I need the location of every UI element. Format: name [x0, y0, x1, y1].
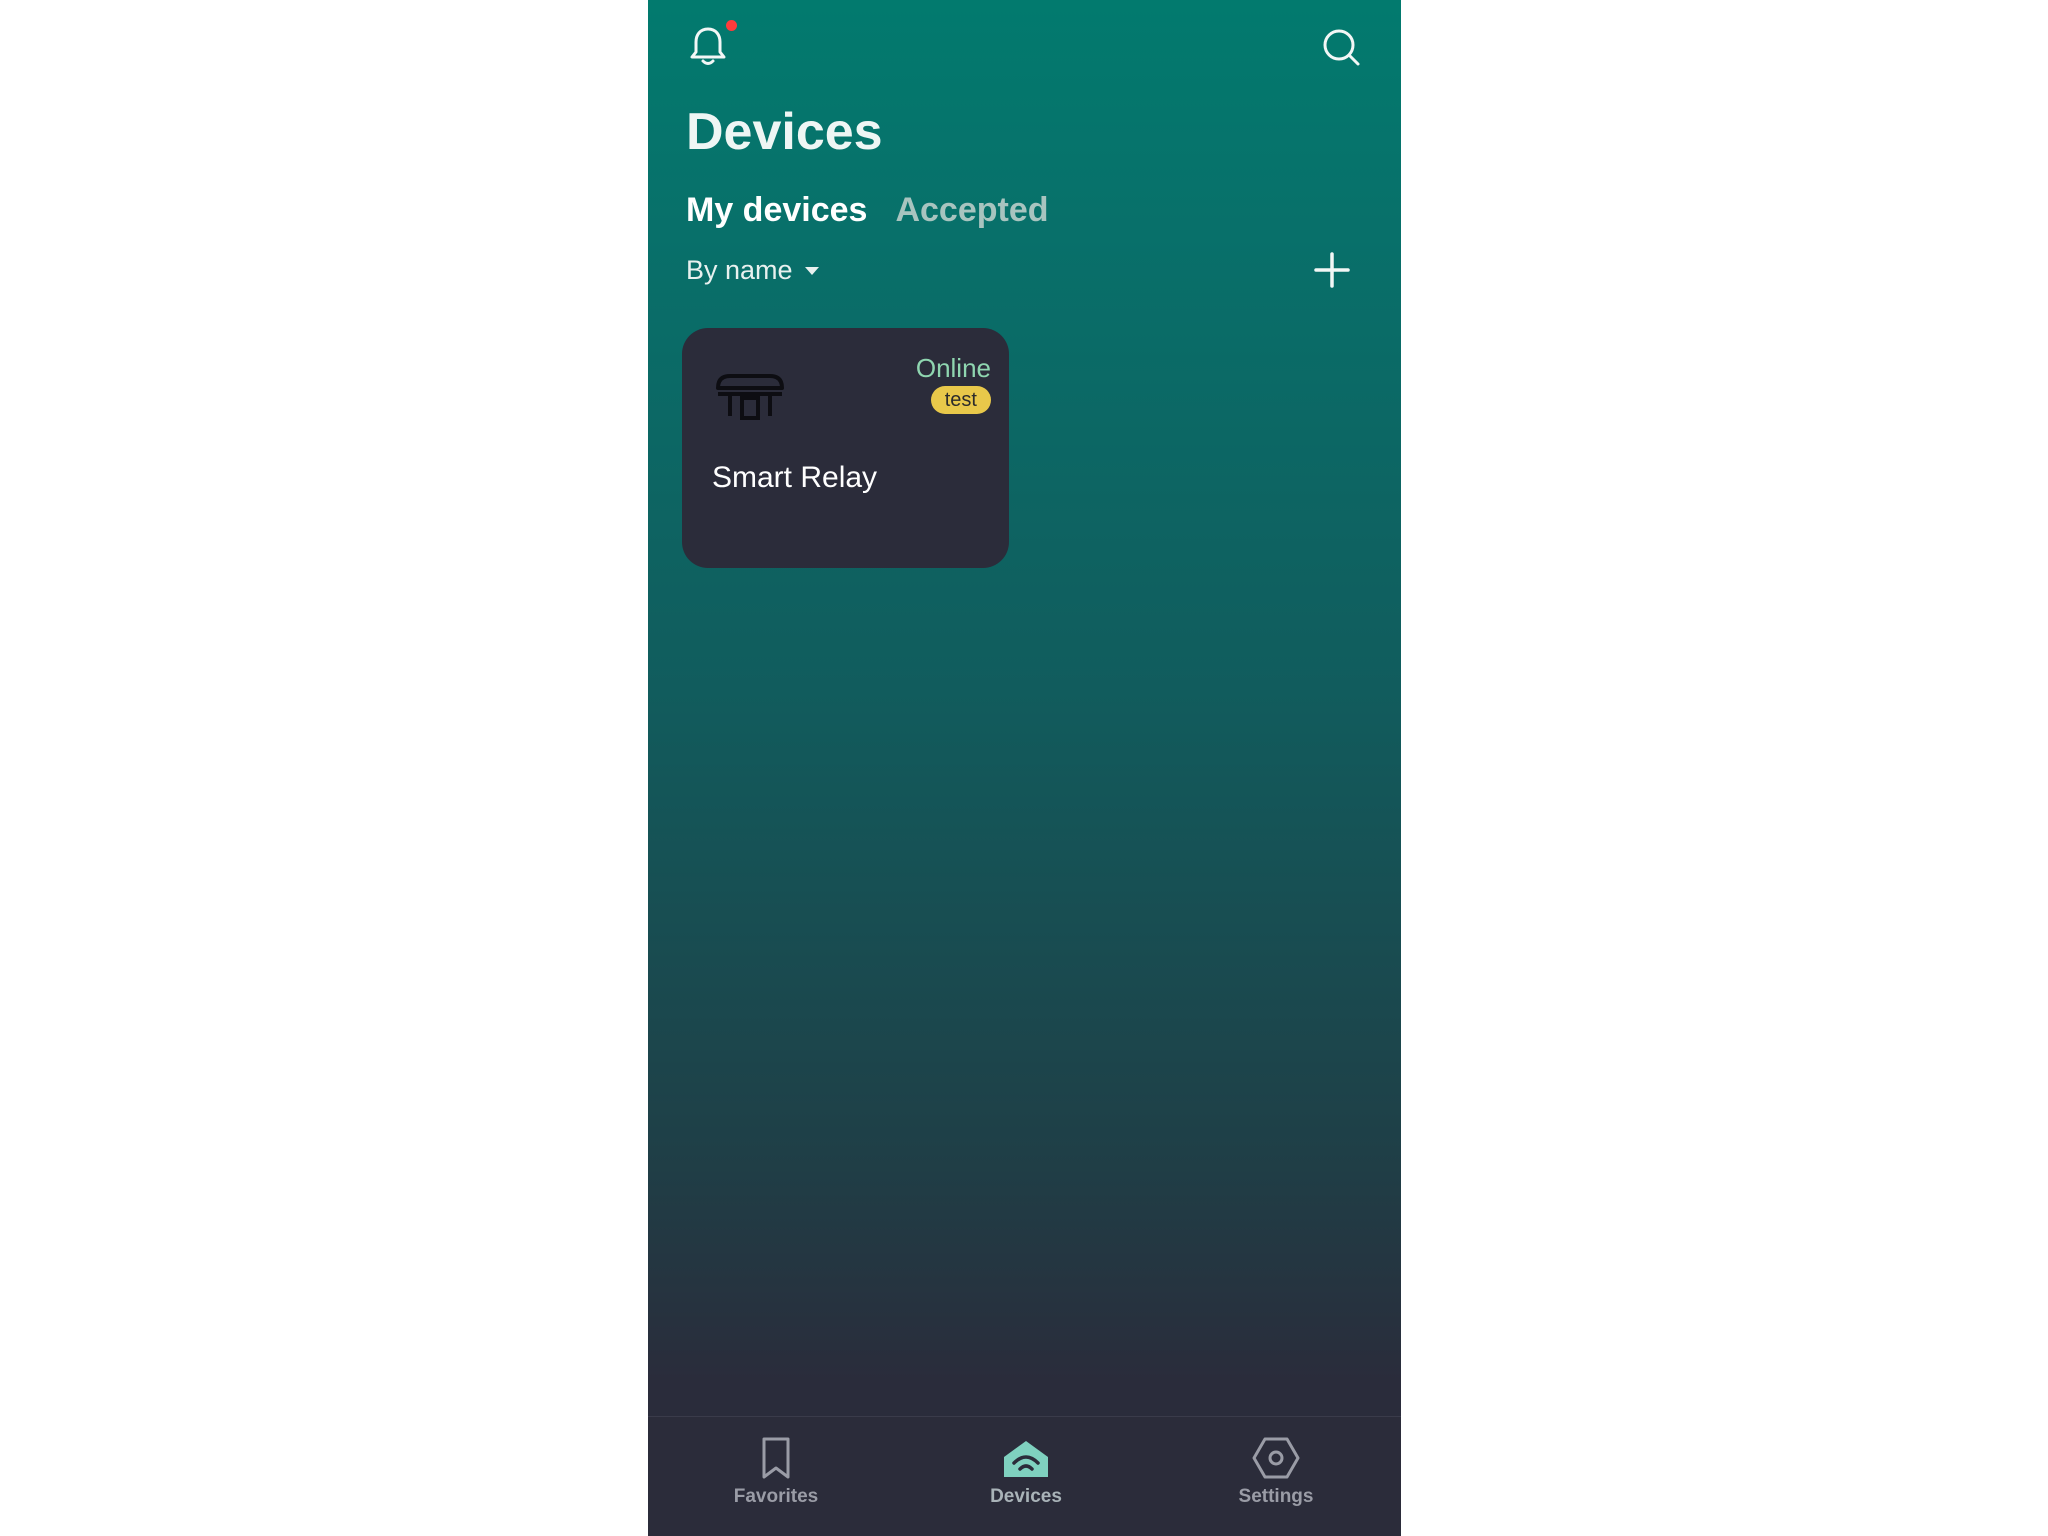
nav-settings[interactable]: Settings	[1206, 1435, 1346, 1509]
sort-dropdown[interactable]: By name	[686, 250, 819, 290]
bottom-navigation: Favorites Devices Settings	[648, 1416, 1401, 1536]
tab-accepted[interactable]: Accepted	[895, 186, 1048, 234]
relay-icon	[716, 374, 784, 420]
device-name: Smart Relay	[712, 461, 878, 494]
device-tabs: My devices Accepted	[686, 186, 1049, 234]
device-card[interactable]: Online test Smart Relay	[682, 328, 1009, 568]
page-title: Devices	[686, 103, 883, 161]
nav-settings-label: Settings	[1238, 1486, 1314, 1507]
home-wifi-icon	[1004, 1441, 1048, 1477]
device-tag-badge: test	[930, 386, 991, 414]
notifications-bell-icon[interactable]	[686, 24, 730, 68]
nav-devices-label: Devices	[990, 1486, 1062, 1507]
caret-down-icon	[804, 267, 819, 275]
hexagon-gear-icon	[1252, 1437, 1300, 1479]
app-screen: Devices My devices Accepted By name Onli…	[648, 0, 1401, 1536]
nav-favorites[interactable]: Favorites	[706, 1435, 846, 1509]
nav-devices[interactable]: Devices	[956, 1435, 1096, 1509]
search-icon[interactable]	[1320, 26, 1362, 68]
top-bar	[648, 0, 1401, 100]
device-status: Online	[915, 353, 991, 383]
add-device-button[interactable]	[1312, 250, 1352, 290]
sort-label: By name	[686, 255, 793, 285]
tab-my-devices[interactable]: My devices	[686, 186, 867, 234]
bookmark-icon	[762, 1437, 790, 1479]
nav-favorites-label: Favorites	[733, 1486, 819, 1507]
notification-badge	[726, 20, 737, 31]
